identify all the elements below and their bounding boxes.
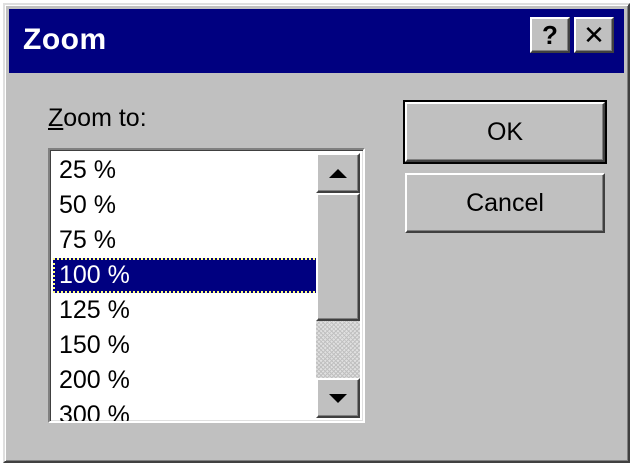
list-item-selected[interactable]: 100 % bbox=[53, 258, 319, 293]
window-title: Zoom bbox=[23, 23, 107, 56]
scroll-down-button[interactable] bbox=[316, 378, 360, 418]
list-item[interactable]: 300 % bbox=[53, 398, 319, 421]
list-item[interactable]: 125 % bbox=[53, 293, 319, 328]
zoom-listbox[interactable]: 25 % 50 % 75 % 100 % 125 % 150 % 200 % 3… bbox=[48, 148, 365, 423]
cancel-button[interactable]: Cancel bbox=[405, 173, 605, 233]
vertical-scrollbar[interactable] bbox=[316, 153, 360, 418]
scrollbar-thumb[interactable] bbox=[316, 193, 360, 321]
arrow-up-icon bbox=[329, 168, 347, 178]
title-bar[interactable]: Zoom ? ✕ bbox=[9, 9, 624, 73]
zoom-to-label: Zoom to: bbox=[48, 103, 147, 133]
scroll-up-button[interactable] bbox=[316, 153, 360, 193]
close-button[interactable]: ✕ bbox=[574, 17, 614, 53]
list-item[interactable]: 25 % bbox=[53, 153, 319, 188]
zoom-dialog: Zoom ? ✕ Zoom to: 25 % 50 % 75 % 100 % 1… bbox=[3, 3, 630, 463]
help-button[interactable]: ? bbox=[530, 17, 570, 53]
list-item[interactable]: 200 % bbox=[53, 363, 319, 398]
zoom-options-list[interactable]: 25 % 50 % 75 % 100 % 125 % 150 % 200 % 3… bbox=[53, 153, 319, 421]
arrow-down-icon bbox=[329, 393, 347, 403]
list-item[interactable]: 75 % bbox=[53, 223, 319, 258]
list-item[interactable]: 150 % bbox=[53, 328, 319, 363]
zoom-to-label-text: oom to: bbox=[63, 104, 147, 132]
list-item[interactable]: 50 % bbox=[53, 188, 319, 223]
ok-button[interactable]: OK bbox=[403, 100, 607, 164]
zoom-to-mnemonic: Z bbox=[48, 104, 64, 132]
